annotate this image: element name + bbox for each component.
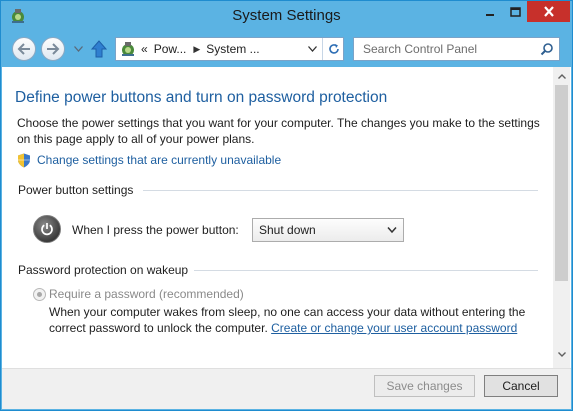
change-unavailable-settings-link[interactable]: Change settings that are currently unava…: [37, 153, 281, 167]
chevron-down-icon: [387, 227, 397, 234]
up-arrow-icon[interactable]: [90, 39, 108, 59]
cancel-button[interactable]: Cancel: [484, 375, 558, 397]
chevron-up-icon: [557, 73, 566, 79]
uac-shield-icon: [18, 153, 31, 168]
search-icon[interactable]: [540, 42, 554, 56]
power-button-settings-heading: Power button settings: [18, 183, 134, 197]
address-bar[interactable]: « Pow... ▶ System ...: [115, 37, 344, 61]
refresh-icon: [328, 44, 339, 54]
refresh-button[interactable]: [322, 38, 344, 60]
back-button[interactable]: [12, 37, 36, 61]
dialog-footer: Save changes Cancel: [2, 368, 571, 409]
scroll-down-button[interactable]: [553, 347, 570, 361]
power-button-label: When I press the power button:: [72, 223, 239, 237]
require-password-radio[interactable]: [33, 288, 46, 301]
power-icon: [41, 223, 53, 236]
power-button-action-select[interactable]: Shut down: [252, 218, 404, 242]
maximize-button[interactable]: [503, 1, 527, 22]
section-divider: [143, 190, 538, 191]
search-input[interactable]: [363, 42, 538, 56]
breadcrumb-overflow[interactable]: «: [141, 42, 148, 56]
vertical-scrollbar[interactable]: [553, 67, 570, 368]
breadcrumb-item-system[interactable]: System ...: [206, 42, 259, 56]
power-button-icon: [33, 215, 61, 243]
recent-locations-button[interactable]: [72, 42, 84, 56]
system-settings-window: System Settings « Pow... ▶ System ... Se…: [0, 0, 573, 411]
page-description: Choose the power settings that you want …: [17, 116, 540, 146]
search-box[interactable]: [353, 37, 560, 61]
require-password-label: Require a password (recommended): [49, 287, 244, 301]
chevron-down-icon: [557, 351, 566, 357]
minimize-button[interactable]: [477, 1, 503, 22]
save-changes-button[interactable]: Save changes: [374, 375, 475, 397]
scrollbar-thumb[interactable]: [555, 85, 568, 281]
forward-arrow-icon: [47, 43, 60, 55]
user-account-password-link[interactable]: Create or change your user account passw…: [271, 321, 517, 335]
forward-button[interactable]: [41, 37, 65, 61]
chevron-down-icon: [73, 46, 83, 52]
password-protection-heading: Password protection on wakeup: [18, 263, 189, 277]
minimize-icon: [486, 13, 494, 16]
section-divider: [194, 270, 538, 271]
back-arrow-icon: [17, 43, 30, 55]
page-title: Define power buttons and turn on passwor…: [15, 89, 388, 106]
address-dropdown-button[interactable]: [305, 40, 319, 58]
chevron-down-icon: [307, 46, 317, 52]
scroll-up-button[interactable]: [553, 69, 570, 83]
control-panel-icon: [122, 42, 134, 56]
wake-password-description: When your computer wakes from sleep, no …: [49, 304, 539, 336]
breadcrumb-separator-icon[interactable]: ▶: [193, 44, 200, 55]
radio-selected-dot: [37, 292, 42, 297]
selected-power-action: Shut down: [259, 223, 316, 237]
navigation-bar: « Pow... ▶ System ...: [2, 31, 571, 67]
close-button[interactable]: [527, 1, 570, 22]
close-icon: [543, 6, 554, 17]
maximize-icon: [509, 6, 521, 17]
breadcrumb-item-power[interactable]: Pow...: [154, 42, 187, 56]
title-bar[interactable]: System Settings: [1, 1, 572, 31]
main-content: Define power buttons and turn on passwor…: [2, 67, 571, 368]
